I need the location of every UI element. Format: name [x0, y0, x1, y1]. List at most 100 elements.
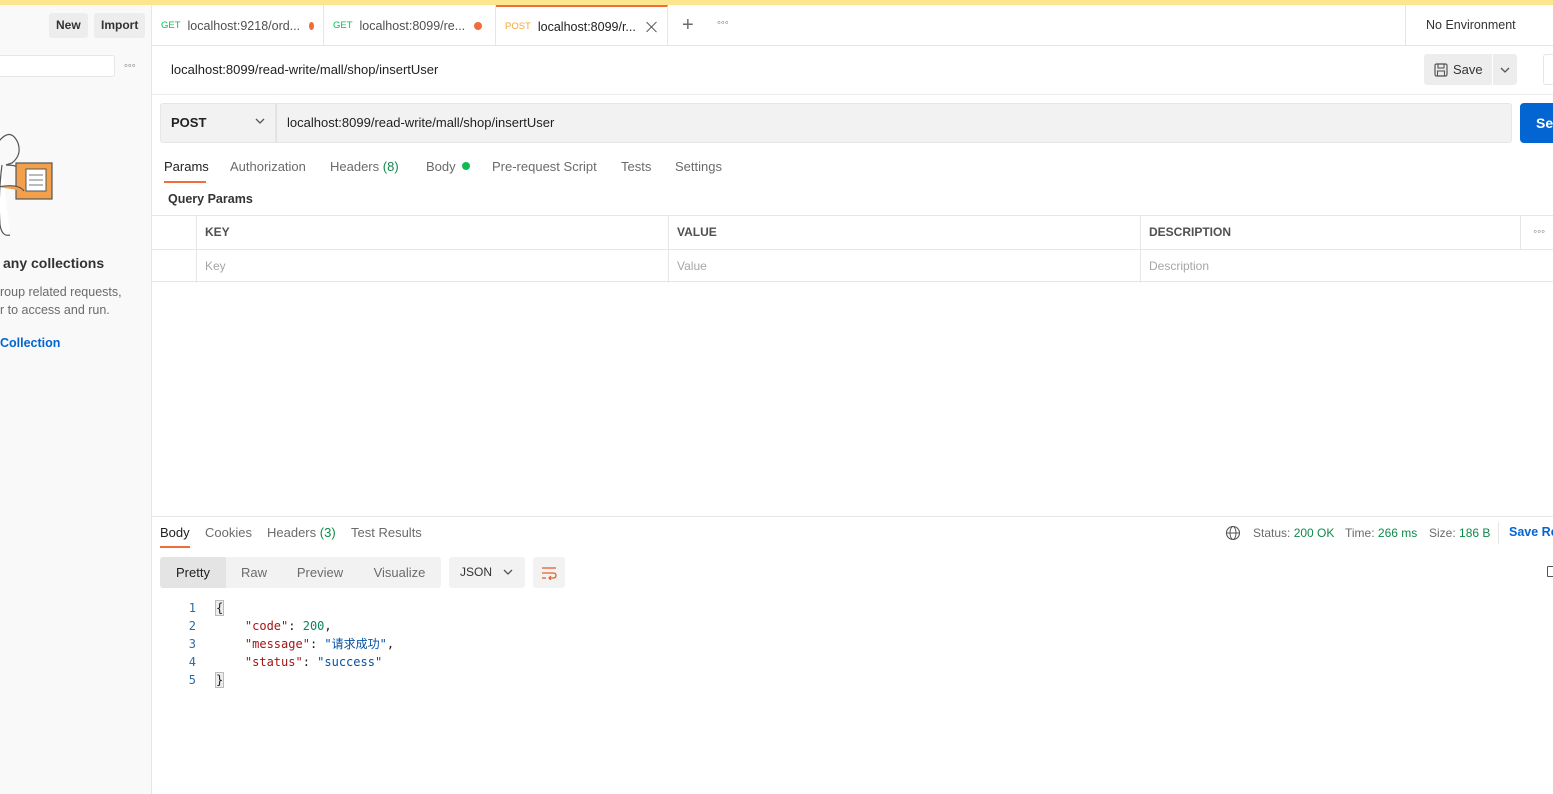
code-line: 2 "code": 200,	[160, 617, 394, 635]
sidebar-search-input[interactable]	[0, 55, 115, 77]
column-header-description: DESCRIPTION	[1140, 216, 1520, 249]
response-format-select[interactable]: JSON	[449, 557, 525, 588]
response-divider[interactable]	[152, 516, 1553, 517]
response-headers-count: (3)	[319, 525, 336, 540]
empty-collections-description: roup related requests, r to access and r…	[0, 283, 122, 319]
http-method-value: POST	[171, 115, 207, 130]
new-tab-plus-icon[interactable]: +	[682, 15, 694, 35]
unsaved-dot-icon	[309, 21, 314, 30]
save-button[interactable]: Save	[1424, 54, 1492, 85]
sidebar-more-icon[interactable]: ◦◦◦	[124, 60, 136, 72]
json-key: "status"	[244, 655, 303, 669]
tabs-more-icon[interactable]: ◦◦◦	[717, 17, 729, 29]
line-number: 3	[188, 637, 196, 651]
sidebar-toggle-button[interactable]	[1543, 54, 1553, 85]
response-tab-headers[interactable]: Headers (3)	[267, 525, 336, 540]
send-button[interactable]: Se	[1520, 103, 1553, 143]
json-brace: }	[214, 672, 225, 688]
view-preview-button[interactable]: Preview	[282, 557, 358, 588]
size-value: 186 B	[1459, 526, 1491, 540]
tab-method-label: GET	[333, 20, 353, 31]
tab-title: localhost:9218/ord...	[187, 18, 301, 33]
active-tab-indicator	[164, 181, 206, 183]
save-response-button[interactable]: Save Re	[1509, 525, 1553, 539]
response-time[interactable]: Time: 266 ms	[1345, 526, 1417, 540]
http-method-select[interactable]: POST	[160, 103, 276, 143]
line-number: 4	[188, 655, 196, 669]
request-tab-active[interactable]: POST localhost:8099/r...	[496, 5, 668, 46]
value-input[interactable]: Value	[668, 250, 1140, 283]
tab-settings[interactable]: Settings	[675, 159, 722, 174]
json-string-value: "success"	[317, 655, 383, 669]
wrap-lines-button[interactable]	[533, 557, 565, 588]
sidebar: New Import ◦◦◦ any collections roup rela…	[0, 5, 152, 794]
json-key: "code"	[244, 619, 289, 633]
chevron-down-icon	[503, 569, 513, 575]
table-header-row: KEY VALUE DESCRIPTION ◦◦◦	[152, 216, 1553, 249]
active-response-tab-indicator	[160, 546, 190, 548]
code-line: 5}	[160, 671, 394, 689]
response-tab-cookies[interactable]: Cookies	[205, 525, 252, 540]
new-button[interactable]: New	[49, 13, 88, 38]
tab-title: localhost:8099/r...	[537, 19, 636, 34]
url-input[interactable]: localhost:8099/read-write/mall/shop/inse…	[276, 103, 1512, 143]
headers-count: (8)	[382, 159, 399, 174]
tab-title: localhost:8099/re...	[359, 18, 466, 33]
status-divider	[1498, 522, 1499, 544]
size-label: Size:	[1429, 526, 1456, 540]
create-collection-link[interactable]: Collection	[0, 336, 60, 350]
view-raw-button[interactable]: Raw	[226, 557, 282, 588]
empty-collections-illustration-icon	[0, 133, 53, 236]
environment-select[interactable]: No Environment	[1405, 5, 1553, 46]
request-tab[interactable]: GET localhost:9218/ord...	[152, 5, 324, 46]
json-key: "message"	[244, 637, 310, 651]
column-header-key: KEY	[196, 216, 668, 249]
tab-headers[interactable]: Headers (8)	[330, 159, 399, 174]
table-options-cell: ◦◦◦	[1520, 216, 1553, 249]
tab-authorization[interactable]: Authorization	[230, 159, 306, 174]
unsaved-dot-icon	[474, 21, 483, 30]
tab-body[interactable]: Body	[426, 159, 470, 174]
tab-tests[interactable]: Tests	[621, 159, 651, 174]
save-options-dropdown[interactable]	[1493, 54, 1517, 85]
response-status[interactable]: Status: 200 OK	[1253, 526, 1334, 540]
time-label: Time:	[1345, 526, 1375, 540]
response-view-switcher: Pretty Raw Preview Visualize	[160, 557, 441, 588]
code-line: 4 "status": "success"	[160, 653, 394, 671]
line-number: 1	[188, 601, 196, 615]
response-tab-body[interactable]: Body	[160, 525, 190, 540]
line-number: 2	[188, 619, 196, 633]
view-pretty-button[interactable]: Pretty	[160, 557, 226, 588]
copy-icon[interactable]	[1547, 566, 1553, 577]
response-body-code: 1{ 2 "code": 200, 3 "message": "请求成功", 4…	[160, 599, 394, 689]
empty-collections-desc-line: roup related requests,	[0, 285, 122, 299]
chevron-down-icon	[1500, 67, 1510, 73]
json-number-value: 200	[302, 619, 325, 633]
chevron-down-icon	[255, 118, 265, 124]
wrap-lines-icon	[542, 566, 557, 580]
status-label: Status:	[1253, 526, 1291, 540]
query-params-title: Query Params	[168, 192, 253, 206]
tab-pre-request-script[interactable]: Pre-request Script	[492, 159, 597, 174]
table-more-icon[interactable]: ◦◦◦	[1533, 216, 1545, 248]
tab-params[interactable]: Params	[164, 159, 209, 174]
response-size[interactable]: Size: 186 B	[1429, 526, 1490, 540]
response-tab-test-results[interactable]: Test Results	[351, 525, 422, 540]
import-button[interactable]: Import	[94, 13, 146, 38]
globe-icon[interactable]	[1225, 525, 1241, 541]
tab-body-label: Body	[426, 159, 456, 174]
status-value: 200 OK	[1293, 526, 1335, 540]
view-visualize-button[interactable]: Visualize	[358, 557, 441, 588]
request-tab[interactable]: GET localhost:8099/re...	[324, 5, 496, 46]
request-name: localhost:8099/read-write/mall/shop/inse…	[171, 62, 439, 77]
request-tab-bar: GET localhost:9218/ord... GET localhost:…	[152, 5, 1553, 46]
description-input[interactable]: Description	[1140, 250, 1553, 283]
empty-collections-desc-line: r to access and run.	[0, 303, 110, 317]
time-value: 266 ms	[1377, 526, 1418, 540]
code-line: 3 "message": "请求成功",	[160, 635, 394, 653]
column-header-value: VALUE	[668, 216, 1140, 249]
response-headers-label: Headers	[267, 525, 317, 540]
close-tab-icon[interactable]	[646, 21, 658, 33]
key-input[interactable]: Key	[196, 250, 668, 283]
json-string-value: "请求成功"	[324, 637, 387, 651]
